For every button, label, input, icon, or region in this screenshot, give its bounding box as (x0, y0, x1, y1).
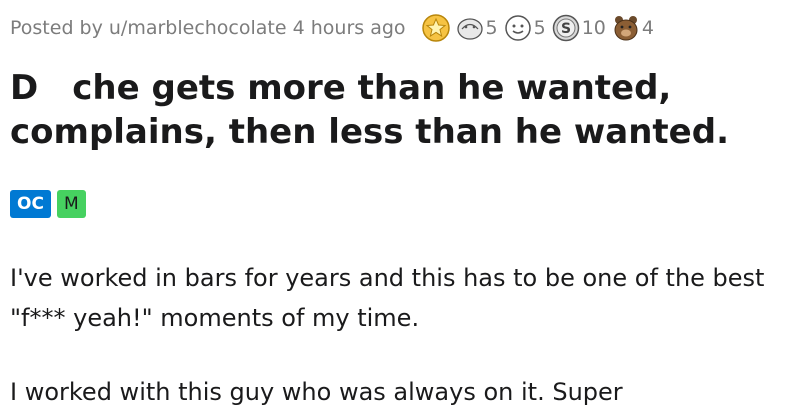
award-count: 4 (641, 17, 654, 39)
wholesome-award-icon (504, 15, 531, 41)
award-hugz[interactable]: 5 (456, 14, 498, 42)
post-title[interactable]: Dche gets more than he wanted, complains… (10, 66, 790, 154)
award-count: 5 (485, 17, 498, 39)
gold-star-award-icon (421, 14, 450, 42)
svg-text:S: S (561, 21, 571, 37)
hugz-award-icon (456, 18, 483, 40)
award-count: 10 (581, 17, 606, 39)
post-flairs: OC M (10, 190, 86, 218)
bear-award-icon (614, 16, 638, 41)
post-meta-row: Posted by u/marblechocolate 4 hours ago … (10, 14, 794, 42)
post-title-part1: D (10, 68, 39, 108)
oc-flair[interactable]: OC (10, 190, 51, 218)
award-silver[interactable]: S 10 (552, 14, 606, 42)
award-count: 5 (533, 17, 546, 39)
post-meta: Posted by u/marblechocolate 4 hours ago (10, 17, 406, 39)
award-bear[interactable]: 4 (612, 14, 654, 42)
post-body-paragraph: I've worked in bars for years and this h… (10, 264, 765, 332)
award-wholesome[interactable]: 5 (504, 14, 546, 42)
m-flair[interactable]: M (56, 190, 86, 218)
award-gold[interactable] (421, 14, 450, 42)
post-title-part2: che gets more than he wanted, complains,… (10, 68, 729, 152)
title-censor-cover (38, 73, 73, 103)
silver-coin-award-icon: S (552, 14, 579, 42)
post-body-paragraph: I worked with this guy who was always on… (10, 378, 623, 406)
